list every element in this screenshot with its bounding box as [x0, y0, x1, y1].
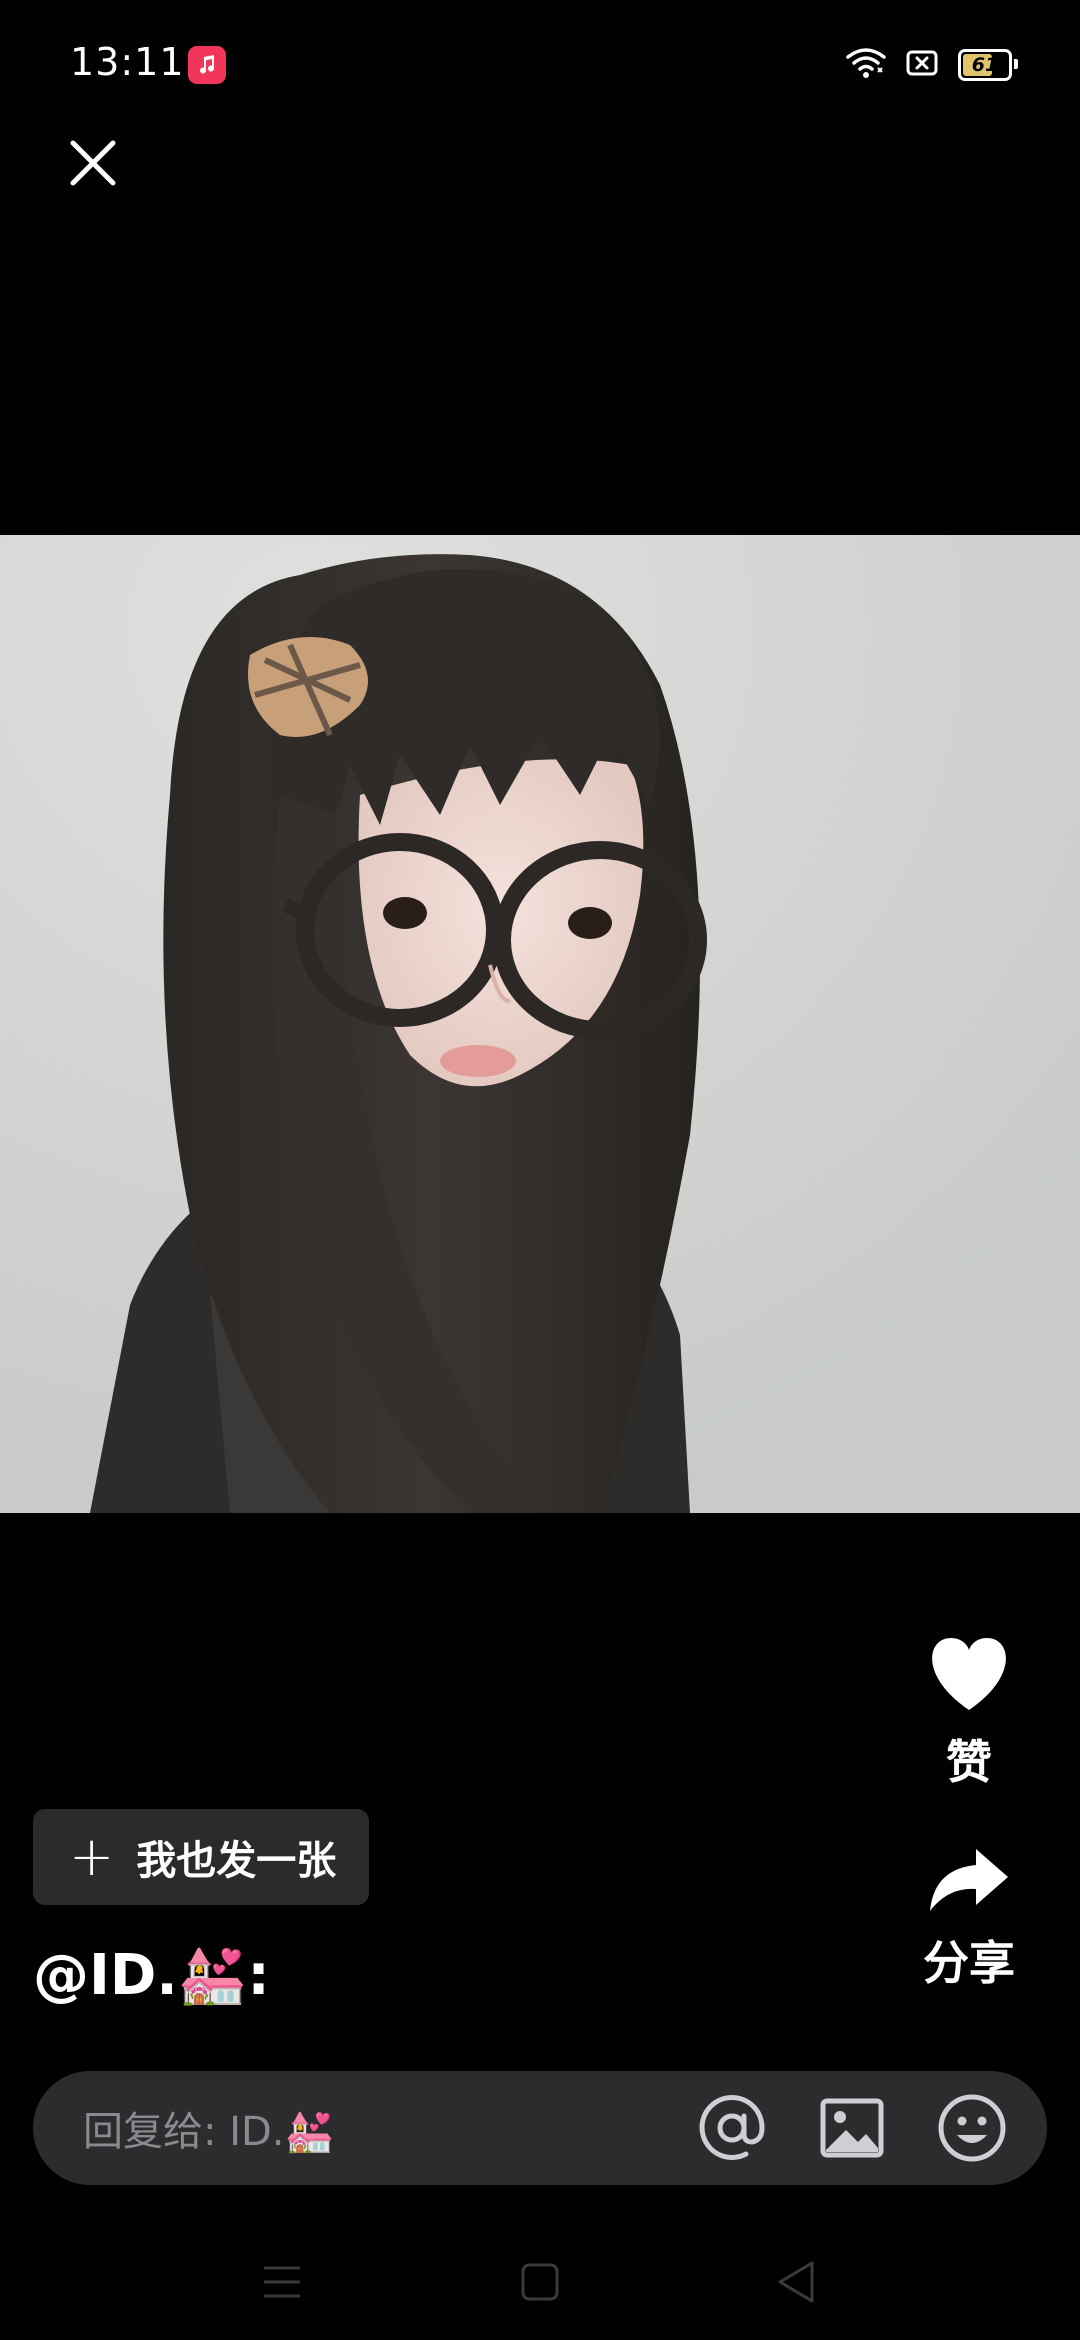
reply-placeholder: 回复给: ID.💒	[83, 2109, 335, 2155]
battery-level: 61	[971, 54, 999, 76]
home-icon	[521, 2263, 559, 2301]
music-icon	[188, 46, 226, 84]
post-photo-label: 我也发一张	[136, 1838, 337, 1884]
like-label: 赞	[946, 1735, 992, 1789]
post-photo-button[interactable]: + 我也发一张	[33, 1809, 369, 1905]
wifi-icon	[846, 46, 886, 84]
status-icons: 61	[846, 46, 1018, 84]
comment-author-handle[interactable]: @ID.💒:	[33, 1942, 270, 2008]
share-button[interactable]: 分享	[889, 1847, 1049, 1993]
photo[interactable]	[0, 535, 1080, 1513]
like-button[interactable]: 赞	[889, 1636, 1049, 1792]
heart-icon	[932, 1638, 1006, 1710]
share-icon	[930, 1849, 1008, 1911]
share-label: 分享	[923, 1936, 1015, 1990]
at-mention-button[interactable]	[697, 2093, 767, 2163]
sim-icon	[906, 50, 938, 80]
emoji-icon	[938, 2094, 1006, 2162]
reply-input[interactable]: 回复给: ID.💒	[33, 2071, 1047, 2185]
home-button[interactable]	[500, 2252, 580, 2312]
system-nav-bar	[0, 2230, 1080, 2340]
emoji-button[interactable]	[937, 2093, 1007, 2163]
plus-icon: +	[69, 1825, 115, 1888]
image-icon	[820, 2098, 884, 2158]
back-icon	[778, 2261, 814, 2303]
battery-icon: 61	[958, 49, 1018, 81]
menu-icon	[264, 2266, 300, 2298]
recent-apps-button[interactable]	[242, 2252, 322, 2312]
close-icon	[70, 140, 116, 186]
back-button[interactable]	[756, 2252, 836, 2312]
photo-content	[0, 535, 1080, 1513]
close-button[interactable]	[62, 132, 124, 194]
at-icon	[699, 2095, 765, 2160]
status-bar: 13:11 61	[0, 0, 1080, 132]
insert-image-button[interactable]	[817, 2093, 887, 2163]
status-time: 13:11	[70, 40, 185, 84]
